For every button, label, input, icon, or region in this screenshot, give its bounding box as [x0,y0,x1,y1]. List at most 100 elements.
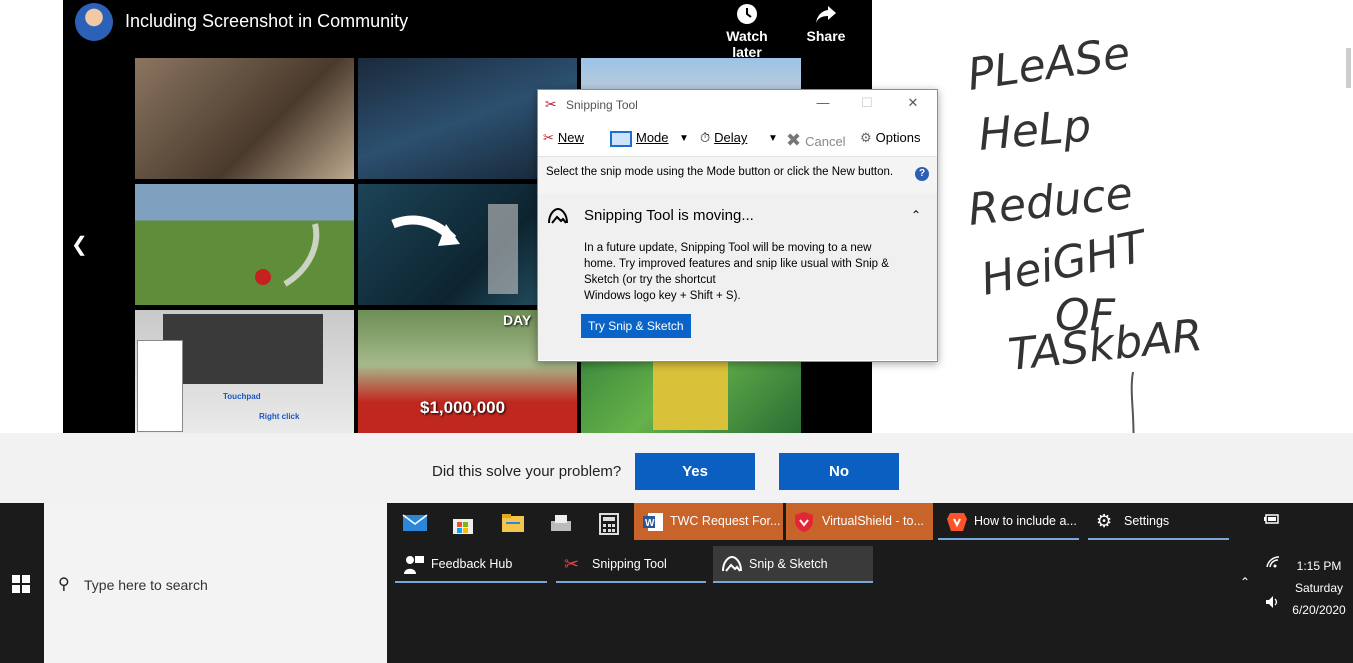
clock-time: 1:15 PM [1296,559,1342,573]
search-input[interactable]: ⚲ Type here to search [44,503,387,663]
task-snip-sketch[interactable]: Snip & Sketch [713,546,873,583]
thumbnail-text: $1,000,000 [420,398,506,417]
word-icon: W [642,503,664,540]
feedback-question: Did this solve your problem? [432,463,622,480]
snip-sketch-icon [721,546,743,581]
chevron-up-icon[interactable]: ⌃ [1240,575,1250,589]
mail-icon[interactable] [397,513,433,539]
clock-day: Saturday [1294,581,1344,595]
task-label: Snipping Tool [592,557,667,571]
instruction-text: Select the snip mode using the Mode butt… [538,157,937,194]
scrollbar-thumb[interactable] [1346,48,1351,88]
title-bar[interactable]: ✂ Snipping Tool — ☐ ✕ [538,90,937,120]
maximize-button[interactable]: ☐ [852,95,882,111]
scissors-icon: ✂ [545,96,557,112]
yes-button[interactable]: Yes [635,453,755,490]
feedback-bar: Did this solve your problem? Yes No [0,433,1353,503]
store-icon[interactable] [445,513,481,541]
minimize-button[interactable]: — [808,95,838,110]
start-button[interactable] [0,503,44,663]
channel-avatar[interactable] [75,3,113,41]
video-thumbnail[interactable] [135,184,354,305]
scissors-icon: ✂ [564,554,580,574]
task-label: How to include a... [974,514,1077,528]
thumbnail-text: Touchpad [223,392,261,401]
task-label: TWC Request For... [670,514,781,528]
notice-body: In a future update, Snipping Tool will b… [584,240,904,304]
mode-label: Mode [636,130,669,145]
try-snip-sketch-button[interactable]: Try Snip & Sketch [581,314,691,338]
delay-label: Delay [714,130,748,145]
video-title[interactable]: Including Screenshot in Community [125,11,408,32]
video-thumbnail[interactable] [135,58,354,179]
clock-date: 6/20/2020 [1292,603,1346,617]
share-button[interactable]: Share [803,2,849,44]
clock-icon [711,2,783,28]
task-snipping-tool[interactable]: ✂ Snipping Tool [556,546,706,583]
chevron-up-icon[interactable]: ⌃ [911,208,921,222]
rectangle-select-icon [610,130,632,147]
help-icon[interactable]: ? [915,167,929,181]
new-button[interactable]: ✂ New [543,130,584,146]
snip-sketch-icon [547,207,569,232]
windows-logo-icon [12,575,30,593]
shield-icon [794,503,814,540]
note-line: Reduce [966,168,1135,236]
curved-arrow-icon [255,223,320,287]
battery-icon[interactable] [1264,513,1280,528]
task-virtualshield[interactable]: VirtualShield - to... [786,503,933,540]
brave-icon [946,503,968,538]
timer-icon: ⏱ [700,130,711,145]
cancel-label: Cancel [805,134,846,149]
notice-body-text: In a future update, Snipping Tool will b… [584,242,889,286]
feedback-icon [403,546,425,581]
share-label: Share [806,28,846,44]
thumbnail-text: DAY [503,312,532,328]
note-line: TASkbAR [1006,310,1205,381]
calculator-icon[interactable] [591,513,627,541]
search-icon: ⚲ [58,576,70,593]
search-placeholder: Type here to search [84,577,208,593]
watch-later-button[interactable]: Watch later [711,2,783,60]
note-line: HeLp [977,100,1094,161]
snipping-tool-window: ✂ Snipping Tool — ☐ ✕ ✂ New Mode ▼ ⏱ Delay… [537,89,938,362]
task-label: Feedback Hub [431,557,513,571]
delay-button[interactable]: ⏱ Delay [700,130,747,146]
clock[interactable]: 1:15 PM Saturday 6/20/2020 [1288,555,1350,621]
note-line: PLeASe [964,28,1133,101]
volume-icon[interactable] [1265,595,1281,612]
delay-dropdown-arrow[interactable]: ▼ [768,133,778,144]
gear-icon: ⚙ [1096,511,1113,531]
cancel-button[interactable]: ✖ Cancel [786,130,846,151]
new-label: New [557,130,584,145]
task-label: Snip & Sketch [749,557,828,571]
file-explorer-icon[interactable] [495,513,531,539]
fax-scan-icon[interactable] [543,513,579,539]
handwritten-note: PLeASe HeLp Reduce HeiGHT OF TASkbAR [964,28,1205,486]
chevron-left-icon[interactable]: ❮ [71,232,88,257]
moving-notice: Snipping Tool is moving... ⌃ In a future… [538,194,937,360]
wifi-icon[interactable] [1265,555,1281,572]
task-label: Settings [1124,514,1170,528]
task-label: VirtualShield - to... [822,514,924,528]
task-settings[interactable]: ⚙ Settings [1088,503,1229,540]
taskbar: ⚲ Type here to search W TWC Request For.… [0,503,1353,663]
options-button[interactable]: ⚙ Options [860,130,920,146]
toolbar: ✂ New Mode ▼ ⏱ Delay ▼ ✖ Cancel ⚙ Options [538,120,937,157]
instruction-label: Select the snip mode using the Mode butt… [546,166,894,178]
task-twc-request[interactable]: W TWC Request For... [634,503,783,540]
mode-button[interactable]: Mode [610,130,669,147]
share-arrow-icon [803,2,849,28]
thumbnail-text: Right click [259,412,300,421]
task-feedback-hub[interactable]: Feedback Hub [395,546,547,583]
window-title: Snipping Tool [566,98,638,112]
x-icon: ✖ [786,130,802,150]
mode-dropdown-arrow[interactable]: ▼ [679,133,689,144]
close-button[interactable]: ✕ [898,95,928,111]
scissors-icon: ✂ [543,130,554,145]
gear-icon: ⚙ [860,130,872,145]
no-button[interactable]: No [779,453,899,490]
video-thumbnail[interactable]: Touchpad Right click [135,310,354,433]
task-how-to-include[interactable]: How to include a... [938,503,1079,540]
notice-shortcut-text: Windows logo key + Shift + S). [584,290,741,302]
